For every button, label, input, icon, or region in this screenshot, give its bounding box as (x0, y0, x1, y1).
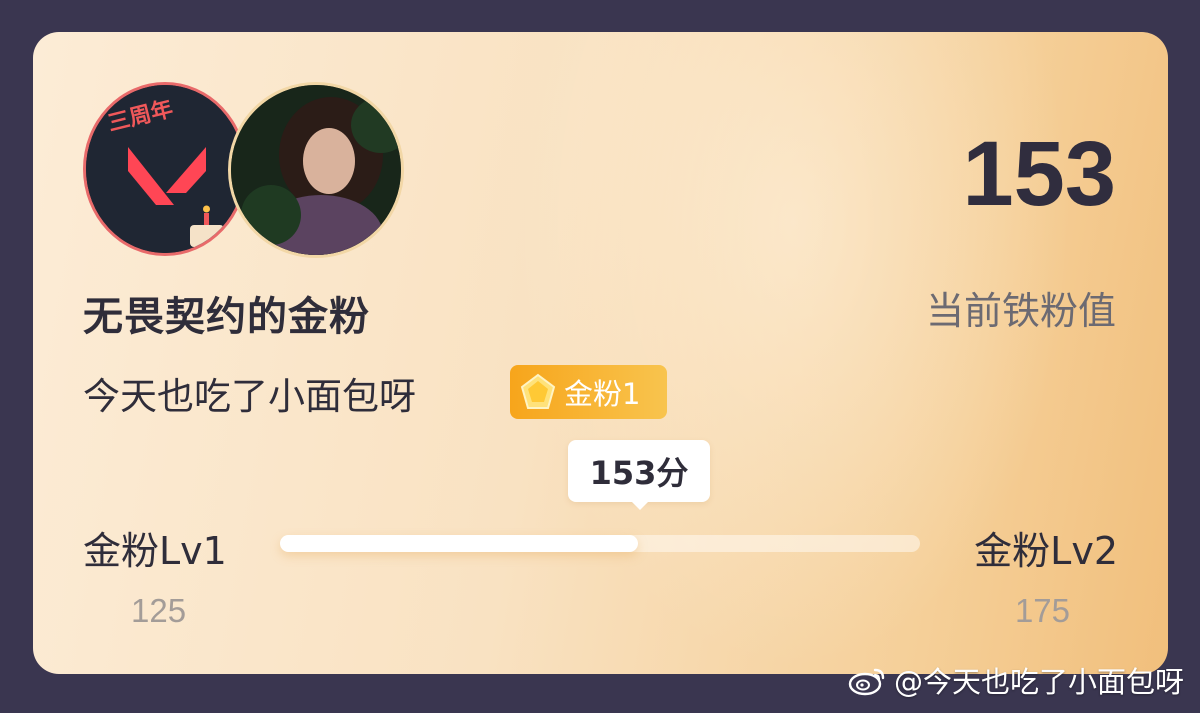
current-level-label: 金粉Lv1 (83, 529, 227, 573)
next-level-threshold: 175 (1014, 592, 1070, 629)
progress-tooltip: 153分 (568, 440, 710, 502)
username: 今天也吃了小面包呀 (83, 375, 416, 418)
fan-badge-label: 金粉1 (564, 377, 641, 411)
portrait-image (231, 85, 401, 255)
fan-level-card: 三周年 无畏契约的金粉 今天也吃了小面包呀 金粉1 153 当前铁粉值 153分… (33, 32, 1168, 674)
tooltip-pointer (630, 500, 650, 510)
level-progress-fill (280, 535, 639, 552)
weibo-logo-icon (848, 668, 885, 696)
weibo-watermark: @今天也吃了小面包呀 (848, 659, 1184, 701)
anniversary-badge-avatar[interactable]: 三周年 (83, 82, 247, 256)
next-level-label: 金粉Lv2 (974, 529, 1118, 573)
fan-score-label: 当前铁粉值 (925, 289, 1116, 333)
fan-level-badge[interactable]: 金粉1 (510, 365, 667, 419)
user-avatar[interactable] (228, 82, 404, 258)
level-progress-bar (280, 535, 920, 552)
current-level-threshold: 125 (131, 592, 187, 629)
valorant-logo-icon: 三周年 (86, 85, 244, 253)
gem-icon (520, 373, 556, 409)
fan-group-title: 无畏契约的金粉 (83, 294, 370, 340)
fan-score-value: 153 (962, 123, 1117, 225)
watermark-text: @今天也吃了小面包呀 (893, 665, 1184, 699)
